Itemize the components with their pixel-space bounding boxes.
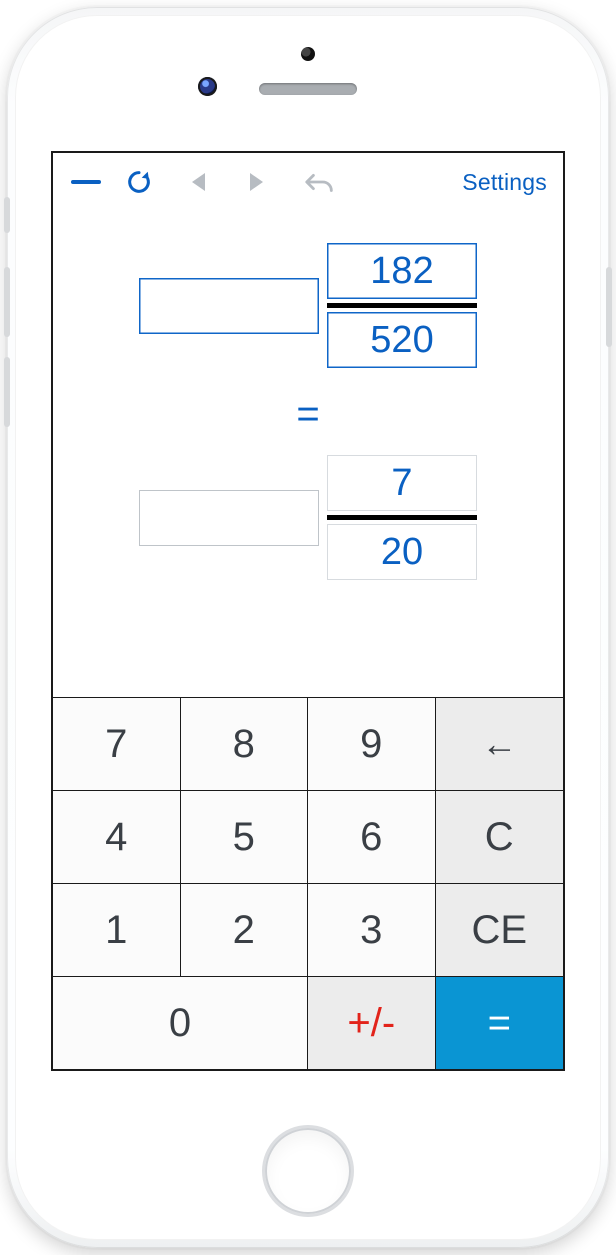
input-numerator-field[interactable]: 182 — [327, 243, 477, 299]
settings-link[interactable]: Settings — [462, 153, 553, 211]
result-denominator: 20 — [327, 524, 477, 580]
key-8[interactable]: 8 — [181, 697, 309, 790]
result-numerator: 7 — [327, 455, 477, 511]
key-7[interactable]: 7 — [53, 697, 181, 790]
key-3[interactable]: 3 — [308, 883, 436, 976]
result-fraction-row: 7 20 — [53, 455, 563, 580]
prev-button[interactable] — [169, 153, 227, 211]
menu-button[interactable] — [63, 153, 109, 211]
triangle-right-icon — [250, 173, 263, 191]
key-1[interactable]: 1 — [53, 883, 181, 976]
mute-switch — [4, 197, 10, 233]
result-whole-field — [139, 490, 319, 546]
phone-frame: Settings 182 520 = 7 — [7, 7, 609, 1248]
input-fraction-row: 182 520 — [53, 243, 563, 368]
next-button[interactable] — [227, 153, 285, 211]
key-9[interactable]: 9 — [308, 697, 436, 790]
volume-down — [4, 357, 10, 427]
key-2[interactable]: 2 — [181, 883, 309, 976]
input-denominator-field[interactable]: 520 — [327, 312, 477, 368]
undo-button[interactable] — [285, 153, 355, 211]
fraction-display: 182 520 = 7 20 — [53, 211, 563, 701]
key-6[interactable]: 6 — [308, 790, 436, 883]
key-equals[interactable]: = — [436, 976, 564, 1069]
input-fraction: 182 520 — [327, 243, 477, 368]
key-plus-minus[interactable]: +/- — [308, 976, 436, 1069]
key-clear-entry[interactable]: CE — [436, 883, 564, 976]
key-4[interactable]: 4 — [53, 790, 181, 883]
fraction-bar — [327, 303, 477, 308]
keypad: 7 8 9 ← 4 5 6 C 1 2 3 CE 0 +/- = — [53, 697, 563, 1069]
front-camera-icon — [198, 77, 217, 96]
key-clear[interactable]: C — [436, 790, 564, 883]
input-whole-field[interactable] — [139, 278, 319, 334]
undo-icon — [303, 167, 337, 197]
volume-up — [4, 267, 10, 337]
triangle-left-icon — [192, 173, 205, 191]
hamburger-icon — [71, 180, 101, 185]
earpiece-speaker — [259, 83, 357, 95]
top-toolbar: Settings — [53, 153, 563, 211]
result-fraction: 7 20 — [327, 455, 477, 580]
key-5[interactable]: 5 — [181, 790, 309, 883]
home-button[interactable] — [265, 1128, 351, 1214]
proximity-sensor — [301, 47, 315, 61]
app-screen: Settings 182 520 = 7 — [51, 151, 565, 1071]
fraction-bar — [327, 515, 477, 520]
equals-sign: = — [53, 392, 563, 437]
power-button — [606, 267, 612, 347]
reload-button[interactable] — [109, 153, 169, 211]
key-backspace[interactable]: ← — [436, 697, 564, 790]
reload-icon — [125, 168, 153, 196]
key-0[interactable]: 0 — [53, 976, 308, 1069]
